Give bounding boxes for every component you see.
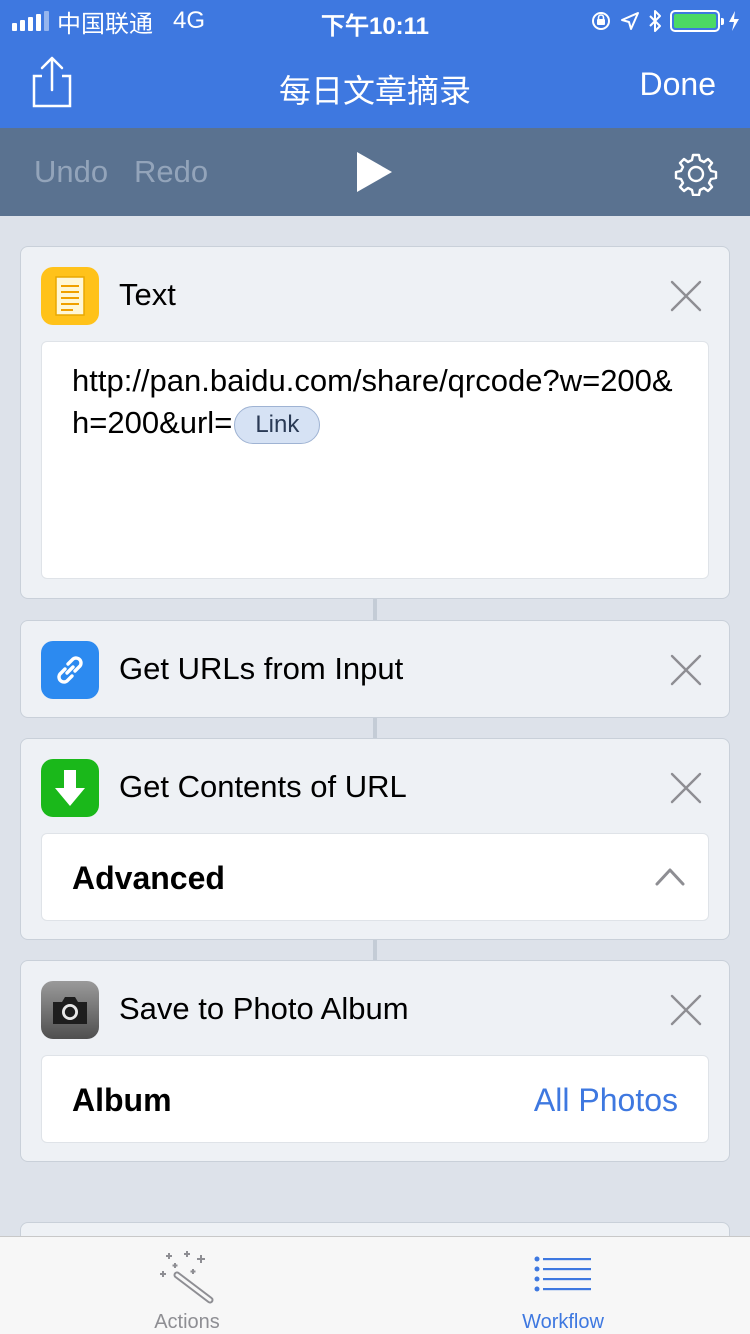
action-card-save-photo[interactable]: Save to Photo Album Album All Photos bbox=[20, 960, 730, 1162]
battery-icon bbox=[670, 10, 724, 32]
close-icon[interactable] bbox=[669, 279, 703, 313]
text-document-icon bbox=[41, 267, 99, 325]
close-icon[interactable] bbox=[669, 771, 703, 805]
action-card-text[interactable]: Text http://pan.baidu.com/share/qrcode?w… bbox=[20, 246, 730, 599]
editing-toolbar: Undo Redo bbox=[0, 128, 750, 216]
tab-actions[interactable]: Actions bbox=[87, 1237, 287, 1334]
workflow-title: 每日文章摘录 bbox=[278, 73, 471, 109]
action-title: Get Contents of URL bbox=[119, 769, 407, 804]
advanced-label: Advanced bbox=[72, 860, 225, 896]
action-card-get-contents[interactable]: Get Contents of URL Advanced bbox=[20, 738, 730, 940]
tab-workflow[interactable]: Workflow bbox=[463, 1237, 663, 1334]
chevron-up-icon[interactable] bbox=[654, 864, 686, 888]
camera-icon bbox=[41, 981, 99, 1039]
action-title: Save to Photo Album bbox=[119, 991, 409, 1026]
album-label: Album bbox=[72, 1082, 172, 1118]
list-icon bbox=[534, 1256, 591, 1292]
orientation-lock-icon bbox=[592, 12, 610, 30]
link-icon bbox=[41, 641, 99, 699]
play-icon[interactable] bbox=[354, 150, 394, 194]
redo-button[interactable]: Redo bbox=[134, 154, 208, 190]
tab-label: Actions bbox=[154, 1311, 220, 1333]
link-variable-token[interactable]: Link bbox=[234, 405, 321, 444]
action-title: Text bbox=[119, 277, 176, 312]
close-icon[interactable] bbox=[669, 993, 703, 1027]
undo-button[interactable]: Undo bbox=[34, 154, 108, 190]
bluetooth-icon bbox=[649, 10, 661, 32]
navigation-bar: 每日文章摘录 Done bbox=[0, 40, 750, 128]
action-connector bbox=[373, 598, 377, 622]
gear-icon[interactable] bbox=[674, 152, 718, 196]
text-value: http://pan.baidu.com/share/qrcode?w=200&… bbox=[72, 363, 673, 440]
action-title: Get URLs from Input bbox=[119, 651, 404, 686]
tab-bar: Actions Workflow bbox=[0, 1236, 750, 1334]
charging-bolt-icon bbox=[729, 11, 739, 31]
action-connector bbox=[373, 716, 377, 740]
action-card-get-urls[interactable]: Get URLs from Input bbox=[20, 620, 730, 718]
location-arrow-icon bbox=[621, 12, 639, 30]
advanced-row[interactable]: Advanced bbox=[41, 833, 709, 921]
download-arrow-icon bbox=[41, 759, 99, 817]
action-connector bbox=[373, 938, 377, 962]
done-button[interactable]: Done bbox=[640, 66, 717, 103]
close-icon[interactable] bbox=[669, 653, 703, 687]
magic-wand-icon bbox=[160, 1251, 214, 1304]
status-bar: 中国联通 4G 下午10:11 bbox=[0, 0, 750, 40]
text-field[interactable]: http://pan.baidu.com/share/qrcode?w=200&… bbox=[41, 341, 709, 579]
album-row[interactable]: Album All Photos bbox=[41, 1055, 709, 1143]
album-value[interactable]: All Photos bbox=[534, 1082, 678, 1119]
tab-label: Workflow bbox=[522, 1311, 604, 1333]
